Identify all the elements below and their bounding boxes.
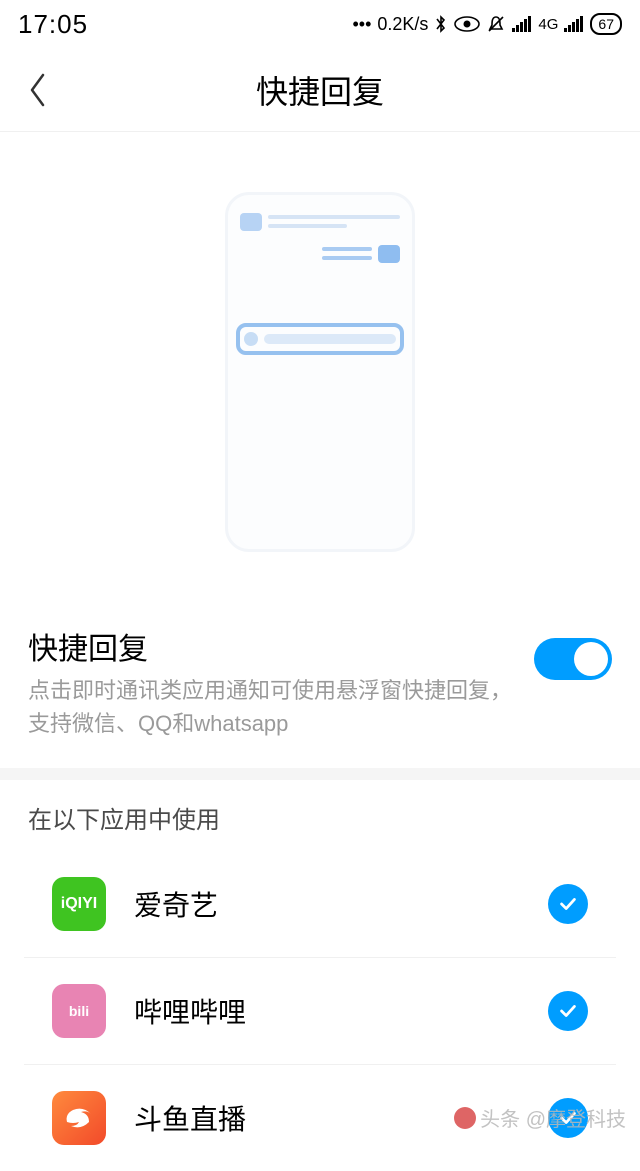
battery-icon: 67 bbox=[590, 13, 622, 35]
page-title: 快捷回复 bbox=[256, 67, 384, 113]
status-time: 17:05 bbox=[18, 9, 88, 40]
app-list-header: 在以下应用中使用 bbox=[0, 780, 640, 851]
page-header: 快捷回复 bbox=[0, 48, 640, 132]
signal-icon bbox=[512, 16, 532, 32]
quick-reply-title: 快捷回复 bbox=[28, 624, 518, 668]
watermark-icon bbox=[454, 1107, 476, 1129]
illustration bbox=[0, 132, 640, 602]
quick-reply-toggle[interactable] bbox=[534, 638, 612, 680]
app-row-bilibili[interactable]: bili 哔哩哔哩 bbox=[24, 958, 616, 1065]
quick-reply-desc: 点击即时通讯类应用通知可使用悬浮窗快捷回复，支持微信、QQ和whatsapp bbox=[28, 674, 518, 740]
app-name: 爱奇艺 bbox=[134, 884, 548, 924]
status-bar: 17:05 ••• 0.2K/s 4G 67 bbox=[0, 0, 640, 48]
bilibili-icon: bili bbox=[52, 984, 106, 1038]
back-button[interactable] bbox=[20, 72, 56, 108]
douyu-icon bbox=[52, 1091, 106, 1145]
check-icon[interactable] bbox=[548, 884, 588, 924]
net-speed: 0.2K/s bbox=[377, 14, 428, 35]
status-right: ••• 0.2K/s 4G 67 bbox=[352, 13, 622, 35]
eye-icon bbox=[454, 16, 480, 32]
iqiyi-icon: iQIYI bbox=[52, 877, 106, 931]
network-type: 4G bbox=[538, 16, 558, 33]
signal-icon-2 bbox=[564, 16, 584, 32]
app-row-iqiyi[interactable]: iQIYI 爱奇艺 bbox=[24, 851, 616, 958]
watermark: 头条 @摩登科技 bbox=[454, 1103, 626, 1132]
bluetooth-icon bbox=[434, 14, 448, 34]
signal-dots-icon: ••• bbox=[352, 14, 371, 35]
quick-reply-section: 快捷回复 点击即时通讯类应用通知可使用悬浮窗快捷回复，支持微信、QQ和whats… bbox=[0, 602, 640, 780]
watermark-text: 头条 @摩登科技 bbox=[480, 1103, 626, 1132]
check-icon[interactable] bbox=[548, 991, 588, 1031]
chevron-left-icon bbox=[28, 73, 48, 107]
phone-mock-icon bbox=[225, 192, 415, 552]
app-name: 哔哩哔哩 bbox=[134, 991, 548, 1031]
mute-icon bbox=[486, 14, 506, 34]
